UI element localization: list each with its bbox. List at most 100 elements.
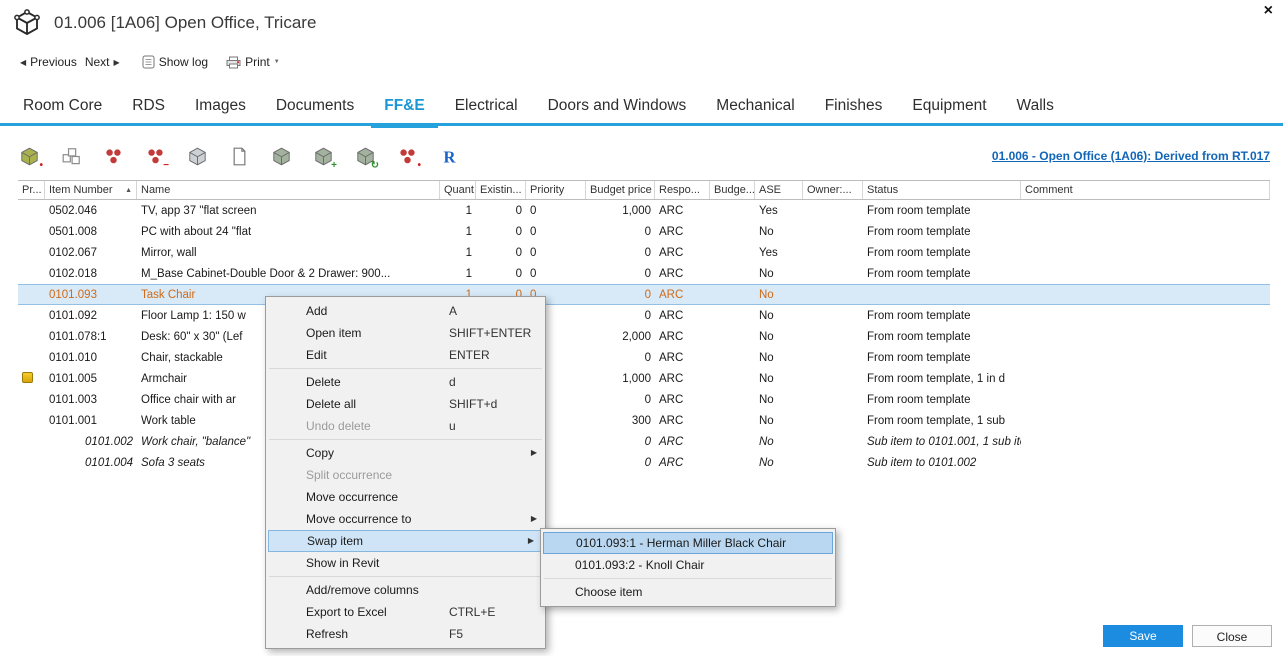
menu-item-undo-delete: Undo deleteu (266, 415, 545, 437)
menu-item-edit[interactable]: EditENTER (266, 344, 545, 366)
menu-item-move-occurrence[interactable]: Move occurrence (266, 486, 545, 508)
cell-qty: 1 (440, 268, 476, 280)
derived-from-template-link[interactable]: 01.006 - Open Office (1A06): Derived fro… (992, 149, 1270, 163)
menu-item-delete[interactable]: Deleted (266, 371, 545, 393)
table-row-0502.046[interactable]: 0502.046TV, app 37 "flat screen1001,000A… (18, 200, 1270, 221)
menu-item-label: Swap item (307, 534, 363, 548)
show-log-button[interactable]: Show log (159, 55, 208, 69)
occurrence-copy-icon[interactable]: • (396, 146, 418, 168)
tab-walls[interactable]: Walls (1002, 89, 1069, 123)
cell-respo: ARC (655, 394, 710, 406)
column-header-owner[interactable]: Owner:... (803, 181, 863, 199)
column-header-existin[interactable]: Existin... (476, 181, 526, 199)
print-dropdown-caret-icon[interactable]: ▼ (274, 59, 280, 65)
occurrences-icon[interactable] (102, 146, 124, 168)
cell-respo: ARC (655, 226, 710, 238)
cell-item: 0101.005 (45, 373, 137, 385)
menu-item-refresh[interactable]: RefreshF5 (266, 623, 545, 645)
menu-item-label: Delete (306, 375, 341, 389)
cell-item: 0102.018 (45, 268, 137, 280)
column-header-budget-price[interactable]: Budget price (586, 181, 655, 199)
occurrence-disabled-icon[interactable] (186, 146, 208, 168)
column-header-name[interactable]: Name (137, 181, 440, 199)
tab-ff-e[interactable]: FF&E (369, 89, 439, 123)
table-row-0102.018[interactable]: 0102.018M_Base Cabinet-Double Door & 2 D… (18, 263, 1270, 284)
menu-item-label: Copy (306, 446, 334, 460)
submenu-item-0101-093-1-herman-miller-black-chair[interactable]: 0101.093:1 - Herman Miller Black Chair (543, 532, 833, 554)
cell-budget: 1,000 (586, 373, 655, 385)
menu-item-add[interactable]: AddA (266, 300, 545, 322)
submenu-item-0101-093-2-knoll-chair[interactable]: 0101.093:2 - Knoll Chair (541, 554, 835, 576)
column-header-pr[interactable]: Pr... (18, 181, 45, 199)
next-button[interactable]: Next (85, 55, 110, 69)
column-header-item-number[interactable]: Item Number▲ (45, 181, 137, 199)
table-row-0101.093[interactable]: 0101.093Task Chair1000ARCNo (18, 284, 1270, 305)
table-row-0102.067[interactable]: 0102.067Mirror, wall1000ARCYesFrom room … (18, 242, 1270, 263)
cell-respo: ARC (655, 310, 710, 322)
cell-existing: 0 (476, 226, 526, 238)
ffe-items-grid: Pr...Item Number▲NameQuant...Existin...P… (18, 180, 1270, 473)
item-sync-icon[interactable]: ↻ (354, 146, 376, 168)
close-button[interactable]: Close (1192, 625, 1272, 647)
table-row-0101.001[interactable]: 0101.001Work table300ARCNoFrom room temp… (18, 410, 1270, 431)
tab-mechanical[interactable]: Mechanical (701, 89, 809, 123)
item-add-icon[interactable]: + (312, 146, 334, 168)
table-row-0101.002[interactable]: 0101.002Work chair, "balance"0ARCNoSub i… (18, 431, 1270, 452)
column-header-quant[interactable]: Quant... (440, 181, 476, 199)
menu-item-move-occurrence-to[interactable]: Move occurrence to▶ (266, 508, 545, 530)
cell-status: From room template, 1 sub (863, 415, 1021, 427)
menu-item-show-in-revit[interactable]: Show in Revit (266, 552, 545, 574)
cell-status: From room template (863, 394, 1021, 406)
table-row-0101.010[interactable]: 0101.010Chair, stackable0ARCNoFrom room … (18, 347, 1270, 368)
column-header-ase[interactable]: ASE (755, 181, 803, 199)
previous-arrow-icon[interactable]: ◀ (20, 58, 26, 67)
new-document-icon[interactable] (228, 146, 250, 168)
tab-equipment[interactable]: Equipment (897, 89, 1001, 123)
menu-item-swap-item[interactable]: Swap item▶ (268, 530, 543, 552)
cell-ase: No (755, 373, 803, 385)
print-button[interactable]: Print (245, 55, 270, 69)
menu-item-open-item[interactable]: Open itemSHIFT+ENTER (266, 322, 545, 344)
column-header-respo[interactable]: Respo... (655, 181, 710, 199)
tab-rds[interactable]: RDS (117, 89, 180, 123)
previous-button[interactable]: Previous (30, 55, 77, 69)
table-row-0101.078:1[interactable]: 0101.078:1Desk: 60" x 30" (Lef2,000ARCNo… (18, 326, 1270, 347)
table-row-0101.005[interactable]: 0101.005Armchair1,000ARCNoFrom room temp… (18, 368, 1270, 389)
table-row-0101.003[interactable]: 0101.003Office chair with ar0ARCNoFrom r… (18, 389, 1270, 410)
cell-item: 0101.078:1 (45, 331, 137, 343)
item-gray-icon[interactable] (270, 146, 292, 168)
next-arrow-icon[interactable]: ▶ (114, 58, 120, 67)
menu-item-add-remove-columns[interactable]: Add/remove columns (266, 579, 545, 601)
table-row-0101.092[interactable]: 0101.092Floor Lamp 1: 150 w0ARCNoFrom ro… (18, 305, 1270, 326)
title-bar: 01.006 [1A06] Open Office, Tricare (12, 8, 316, 38)
table-row-0101.004[interactable]: 0101.004Sofa 3 seats0ARCNoSub item to 01… (18, 452, 1270, 473)
tab-electrical[interactable]: Electrical (440, 89, 533, 123)
table-row-0501.008[interactable]: 0501.008PC with about 24 "flat1000ARCNoF… (18, 221, 1270, 242)
column-header-status[interactable]: Status (863, 181, 1021, 199)
item-box-icon[interactable]: • (18, 146, 40, 168)
cubes-outline-icon[interactable] (60, 146, 82, 168)
grid-body: 0502.046TV, app 37 "flat screen1001,000A… (18, 200, 1270, 473)
menu-item-copy[interactable]: Copy▶ (266, 442, 545, 464)
menu-item-export-to-excel[interactable]: Export to ExcelCTRL+E (266, 601, 545, 623)
tab-doors-and-windows[interactable]: Doors and Windows (533, 89, 702, 123)
save-button[interactable]: Save (1103, 625, 1183, 647)
occurrence-delete-icon[interactable]: − (144, 146, 166, 168)
cell-ase: No (755, 331, 803, 343)
occurrence-copy-icon-badge: • (417, 161, 421, 171)
tab-images[interactable]: Images (180, 89, 261, 123)
tab-room-core[interactable]: Room Core (8, 89, 117, 123)
cell-existing: 0 (476, 268, 526, 280)
menu-item-delete-all[interactable]: Delete allSHIFT+d (266, 393, 545, 415)
cell-ase: No (755, 436, 803, 448)
revit-icon[interactable]: R (438, 146, 460, 168)
cell-item: 0101.010 (45, 352, 137, 364)
column-header-comment[interactable]: Comment (1021, 181, 1270, 199)
tab-finishes[interactable]: Finishes (810, 89, 898, 123)
column-header-budge[interactable]: Budge... (710, 181, 755, 199)
cell-item: 0101.004 (45, 457, 137, 469)
submenu-item-choose-item[interactable]: Choose item (541, 581, 835, 603)
column-header-priority[interactable]: Priority (526, 181, 586, 199)
close-window-icon[interactable]: × (1264, 3, 1273, 19)
tab-documents[interactable]: Documents (261, 89, 369, 123)
